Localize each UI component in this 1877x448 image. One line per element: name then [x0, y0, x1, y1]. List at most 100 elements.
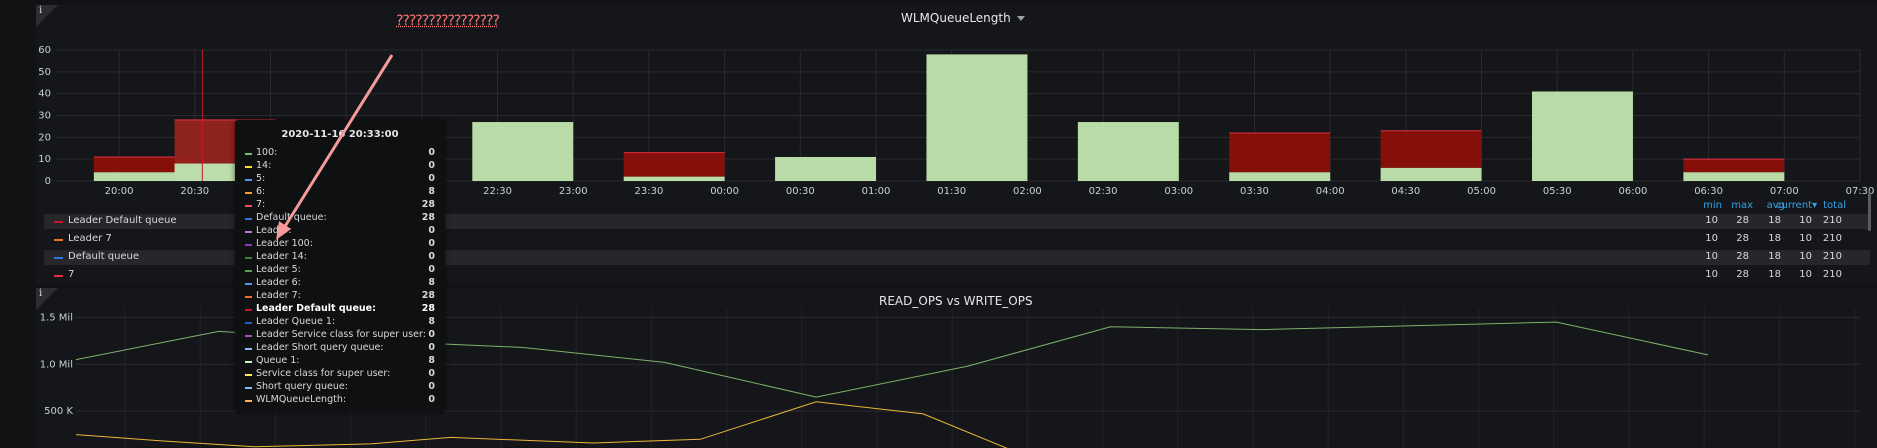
x-tick-label: 06:00	[1619, 186, 1648, 197]
tooltip-series-value: 0	[428, 329, 435, 340]
y-tick-label: 30	[38, 111, 51, 122]
legend-value-min: 10	[1705, 215, 1718, 226]
tooltip-swatch	[245, 387, 252, 389]
x-tick-label: 04:30	[1391, 186, 1420, 197]
panel-info-corner[interactable]: i	[36, 5, 58, 27]
bar-queue	[1683, 172, 1785, 181]
x-tick-label: 05:00	[1467, 186, 1496, 197]
tooltip-series-name: Leader 7:	[256, 290, 301, 301]
tooltip-swatch	[245, 218, 252, 220]
legend-value-max: 28	[1736, 269, 1749, 280]
tooltip-swatch	[245, 309, 252, 311]
tooltip-series-name: 7:	[256, 199, 266, 210]
x-tick-label: 00:30	[786, 186, 815, 197]
tooltip-series-name: Leader Service class for super user:	[256, 329, 426, 340]
x-tick-label: 23:30	[635, 186, 664, 197]
tooltip-series-name: Leader Queue 1:	[256, 316, 336, 327]
tooltip-series-name: Queue 1:	[256, 355, 300, 366]
bar-queue	[775, 156, 876, 181]
tooltip-series-value: 28	[421, 303, 435, 314]
tooltip-swatch	[245, 166, 252, 168]
tooltip-row: Leader 7: 28	[245, 290, 435, 303]
tooltip-swatch	[245, 257, 252, 259]
bar-queue	[1532, 91, 1633, 181]
legend-series-name[interactable]: Leader Default queue	[68, 215, 177, 226]
legend-value-min: 10	[1705, 269, 1718, 280]
legend-value-avg: 18	[1768, 251, 1781, 262]
bar-queue	[472, 122, 574, 181]
y-tick-label: 1.5 Mil	[40, 312, 73, 323]
tooltip-series-value: 28	[421, 199, 435, 210]
panel-title[interactable]: READ_OPS vs WRITE_OPS	[879, 294, 1033, 308]
legend-series-name[interactable]: Default queue	[68, 251, 139, 262]
series-line	[75, 401, 1008, 448]
y-tick-label: 40	[38, 89, 51, 100]
tooltip-series-value: 0	[428, 342, 435, 353]
tooltip-row: Leader 6: 8	[245, 277, 435, 290]
x-tick-label: 01:30	[937, 186, 966, 197]
x-tick-label: 05:30	[1543, 186, 1572, 197]
legend-swatch[interactable]	[54, 221, 63, 223]
y-tick-label: 20	[38, 132, 51, 143]
panel-info-corner[interactable]: i	[36, 288, 58, 310]
tooltip-series-name: Short query queue:	[256, 381, 348, 392]
tooltip-series-value: 0	[428, 173, 435, 184]
tooltip-series-name: 6:	[256, 186, 266, 197]
legend-value-current: 10	[1799, 251, 1812, 262]
tooltip-row: Leader: 0	[245, 225, 435, 238]
legend-value-min: 10	[1705, 233, 1718, 244]
panel-title-text[interactable]: WLMQueueLength	[901, 11, 1011, 25]
info-icon[interactable]: i	[39, 5, 42, 16]
legend-value-min: 10	[1705, 251, 1718, 262]
legend-swatch[interactable]	[54, 257, 63, 259]
tooltip-swatch	[245, 192, 252, 194]
tooltip-swatch	[245, 231, 252, 233]
tooltip-row: Leader Default queue: 28	[245, 303, 435, 316]
tooltip-row: Queue 1: 8	[245, 355, 435, 368]
bar-queue	[926, 54, 1028, 181]
tooltip-swatch	[245, 205, 252, 207]
tooltip-swatch	[245, 361, 252, 363]
x-tick-label: 22:30	[483, 186, 512, 197]
legend-scrollbar[interactable]	[1868, 191, 1871, 231]
panel-warning: ????????????????	[396, 13, 500, 29]
chevron-down-icon[interactable]	[1016, 16, 1025, 21]
bar-leader-default-queue	[1683, 159, 1785, 173]
y-tick-label: 10	[38, 154, 51, 165]
tooltip-row: Leader Service class for super user: 0	[245, 329, 435, 342]
tooltip-swatch	[245, 270, 252, 272]
tooltip-series-name: Leader:	[256, 225, 292, 236]
legend-series-name[interactable]: Leader 7	[68, 233, 112, 244]
tooltip-row: Short query queue: 0	[245, 381, 435, 394]
x-tick-label: 06:30	[1694, 186, 1723, 197]
tooltip-row: Leader Queue 1: 8	[245, 316, 435, 329]
tooltip-row: Service class for super user: 0	[245, 368, 435, 381]
x-tick-label: 20:30	[180, 186, 209, 197]
tooltip-series-name: Leader 6:	[256, 277, 301, 288]
panel-title[interactable]: WLMQueueLength	[901, 11, 1025, 25]
tooltip-row: Leader 100: 0	[245, 238, 435, 251]
legend-value-max: 28	[1736, 233, 1749, 244]
tooltip-series-value: 0	[428, 147, 435, 158]
tooltip-swatch	[245, 335, 252, 337]
tooltip-series-value: 0	[428, 238, 435, 249]
bar-queue	[1077, 122, 1179, 181]
tooltip-row: 14: 0	[245, 160, 435, 173]
tooltip-swatch	[245, 348, 252, 350]
tooltip-swatch	[245, 322, 252, 324]
tooltip-series-value: 0	[428, 160, 435, 171]
info-icon[interactable]: i	[39, 288, 42, 299]
bar-leader-default-queue	[1229, 132, 1331, 173]
tooltip-row: Leader Short query queue: 0	[245, 342, 435, 355]
legend-swatch[interactable]	[54, 239, 63, 241]
x-tick-label: 00:00	[710, 186, 739, 197]
legend-value-total: 210	[1822, 215, 1842, 226]
legend-swatch[interactable]	[54, 275, 63, 277]
tooltip-row: Default queue: 28	[245, 212, 435, 225]
tooltip-series-value: 8	[428, 316, 435, 327]
tooltip-swatch	[245, 283, 252, 285]
legend-header-total[interactable]: total	[1806, 200, 1846, 211]
x-tick-label: 02:30	[1089, 186, 1118, 197]
tooltip-row: 6: 8	[245, 186, 435, 199]
legend-series-name[interactable]: 7	[68, 269, 74, 280]
